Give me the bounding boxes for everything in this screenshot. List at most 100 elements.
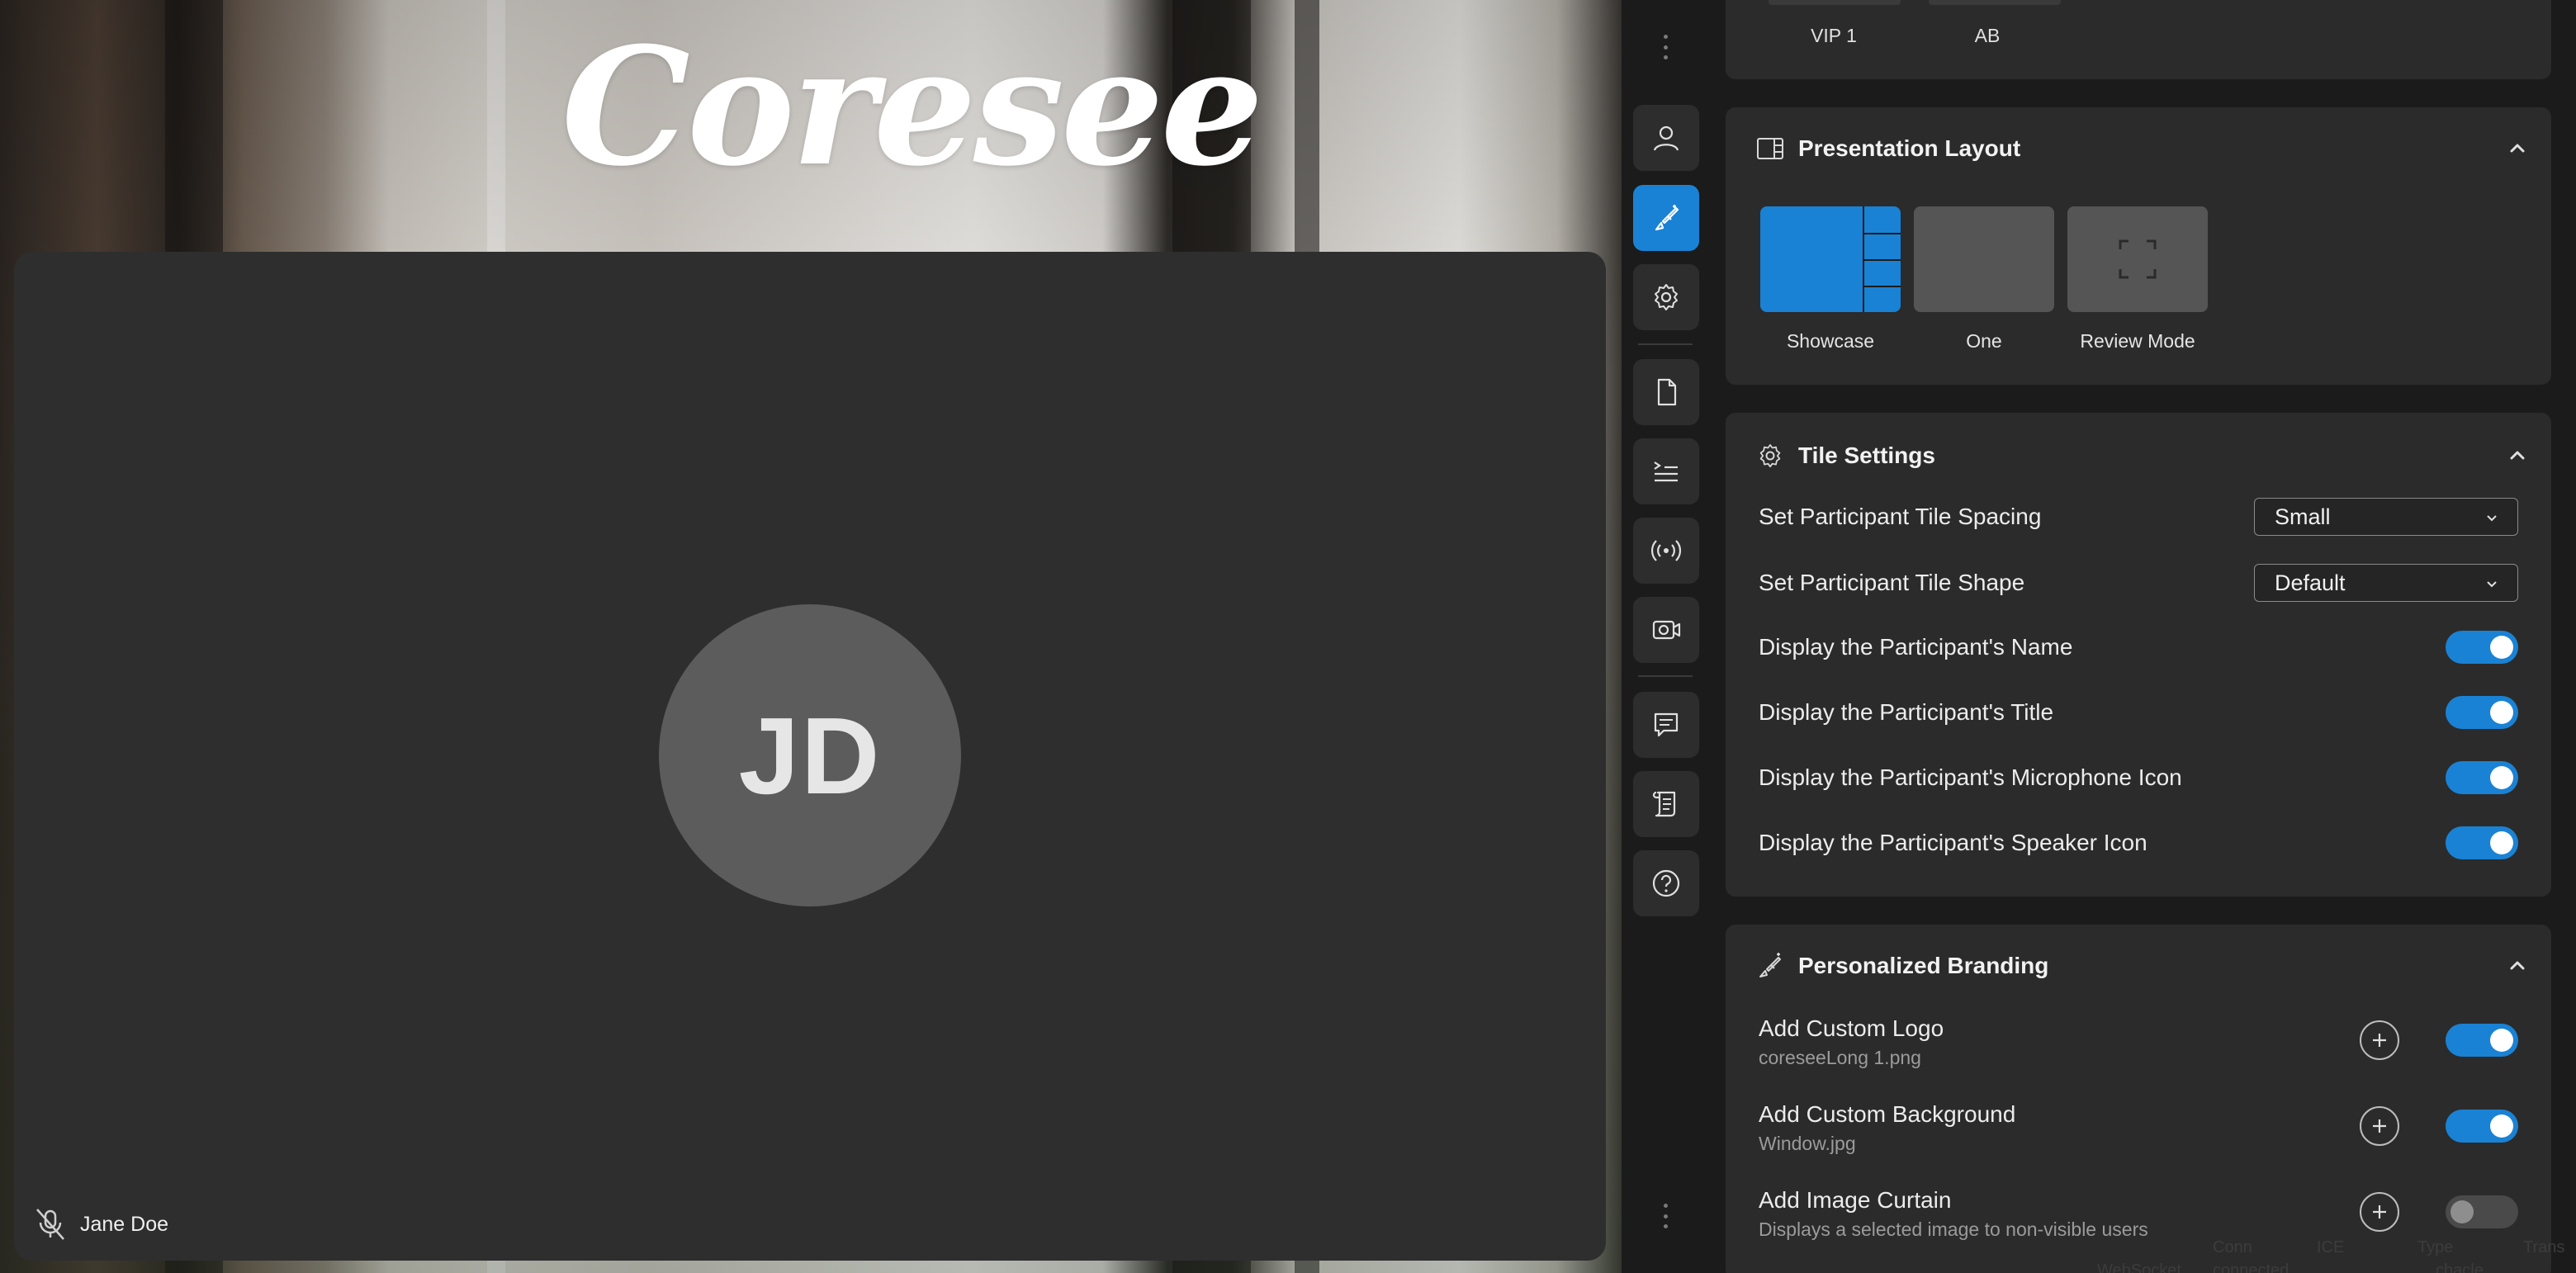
branding-title: Personalized Branding (1798, 953, 2049, 978)
rail-documents-button[interactable] (1633, 359, 1699, 425)
group-thumb[interactable] (1769, 0, 1901, 5)
paintbrush-icon (1655, 205, 1679, 231)
custom-logo-filename: coreseeLong 1.png (1759, 1047, 1921, 1068)
custom-background-filename: Window.jpg (1759, 1133, 1856, 1154)
tile-spacing-value: Small (2275, 504, 2331, 529)
rail-camera-button[interactable] (1633, 597, 1699, 663)
ghost-text: Trans (2523, 1238, 2565, 1256)
layout-icon (1757, 138, 1783, 159)
rail-participants-button[interactable] (1633, 105, 1699, 171)
mic-muted-icon (36, 1209, 64, 1240)
rail-settings-button[interactable] (1633, 264, 1699, 330)
rail-divider (1638, 675, 1693, 677)
rail-broadcast-button[interactable] (1633, 518, 1699, 584)
rail-top-handle[interactable] (1663, 35, 1668, 59)
chevron-down-icon (2487, 581, 2497, 588)
branding-header[interactable]: Personalized Branding (1726, 925, 2551, 1007)
display-microphone-label: Display the Participant's Microphone Ico… (1759, 764, 2182, 790)
participant-name: Jane Doe (80, 1212, 169, 1236)
image-curtain-toggle[interactable] (2446, 1195, 2518, 1228)
display-name-row: Display the Participant's Name (1759, 622, 2518, 672)
display-microphone-row: Display the Participant's Microphone Ico… (1759, 753, 2518, 802)
chevron-down-icon (2487, 515, 2497, 522)
one-thumbnail (1914, 206, 2054, 312)
custom-logo-label: Add Custom Logo (1759, 1015, 1944, 1041)
gear-icon (1655, 284, 1678, 310)
connection-stats-overlay: Conn ICE Type Trans WebSocket connected … (2097, 1237, 2576, 1273)
add-logo-button[interactable] (2360, 1020, 2399, 1060)
ghost-text: connected (2213, 1261, 2290, 1273)
participant-avatar: JD (659, 604, 961, 906)
custom-background-toggle[interactable] (2446, 1110, 2518, 1143)
rail-teleprompter-button[interactable] (1633, 438, 1699, 504)
document-icon (1657, 378, 1677, 406)
layout-option-one[interactable]: One (1914, 206, 2054, 353)
group-label-vip: VIP 1 (1811, 25, 1857, 46)
chat-icon (1654, 712, 1679, 737)
tile-settings-card: Tile Settings Set Participant Tile Spaci… (1726, 413, 2551, 897)
custom-logo: Coresee (561, 12, 1263, 202)
ghost-text: Type (2417, 1238, 2454, 1256)
presentation-layout-header[interactable]: Presentation Layout (1726, 107, 2551, 190)
paintbrush-icon (1759, 953, 1781, 977)
gear-icon (1759, 444, 1781, 468)
presentation-layout-card: Presentation Layout Showcase One Review … (1726, 107, 2551, 385)
group-thumb[interactable] (1929, 0, 2061, 5)
ghost-text: Conn (2213, 1238, 2252, 1256)
tile-shape-value: Default (2275, 570, 2346, 595)
add-background-button[interactable] (2360, 1106, 2399, 1146)
tile-shape-row: Set Participant Tile Shape Default (1759, 558, 2518, 608)
user-icon (1653, 125, 1679, 151)
rail-script-button[interactable] (1633, 771, 1699, 837)
chevron-up-icon[interactable] (2507, 444, 2528, 466)
display-title-toggle[interactable] (2446, 696, 2518, 729)
plus-icon (2373, 1205, 2386, 1219)
review-mode-thumbnail (2067, 206, 2208, 312)
display-speaker-toggle[interactable] (2446, 826, 2518, 859)
display-name-toggle[interactable] (2446, 631, 2518, 664)
custom-background-row: Add Custom Background Window.jpg (1759, 1095, 2518, 1161)
tile-spacing-select[interactable]: Small (2254, 498, 2518, 536)
tile-spacing-label: Set Participant Tile Spacing (1759, 504, 2042, 529)
side-rail (1622, 0, 1709, 1273)
tile-settings-header[interactable]: Tile Settings (1726, 413, 2551, 499)
display-microphone-toggle[interactable] (2446, 761, 2518, 794)
participant-tile[interactable]: JD Jane Doe (14, 252, 1606, 1261)
rail-chat-button[interactable] (1633, 692, 1699, 758)
display-speaker-row: Display the Participant's Speaker Icon (1759, 818, 2518, 868)
presentation-layout-title: Presentation Layout (1798, 135, 2021, 161)
tile-settings-title: Tile Settings (1798, 442, 1935, 468)
ghost-text: WebSocket (2097, 1261, 2181, 1273)
scroll-icon (1652, 791, 1676, 817)
custom-logo-row: Add Custom Logo coreseeLong 1.png (1759, 1009, 2518, 1075)
tile-shape-select[interactable]: Default (2254, 564, 2518, 602)
layout-label-showcase: Showcase (1786, 330, 1875, 352)
rail-bottom-handle[interactable] (1663, 1204, 1668, 1228)
layout-label-one: One (1966, 330, 2002, 352)
broadcast-icon (1650, 540, 1682, 561)
showcase-thumbnail (1760, 206, 1901, 312)
chevron-up-icon[interactable] (2507, 954, 2528, 976)
plus-icon (2373, 1034, 2386, 1047)
personalized-branding-card: Personalized Branding Add Custom Logo co… (1726, 925, 2551, 1273)
rail-branding-button[interactable] (1633, 185, 1699, 251)
image-curtain-description: Displays a selected image to non-visible… (1759, 1219, 2148, 1240)
rail-help-button[interactable] (1633, 850, 1699, 916)
chevron-up-icon[interactable] (2507, 137, 2528, 159)
camera-icon (1652, 620, 1681, 640)
group-label-ab: AB (1974, 25, 2001, 46)
ghost-text: ICE (2317, 1238, 2345, 1256)
ghost-text: chacle (2436, 1261, 2484, 1273)
display-title-row: Display the Participant's Title (1759, 688, 2518, 737)
layout-option-showcase[interactable]: Showcase (1760, 206, 1901, 353)
settings-panel: VIP 1 AB Presentation Layout Showcase On… (1709, 0, 2576, 1273)
layout-option-review-mode[interactable]: Review Mode (2067, 206, 2208, 353)
custom-background-label: Add Custom Background (1759, 1101, 2016, 1127)
layout-label-review-mode: Review Mode (2080, 330, 2195, 352)
prompt-list-icon (1654, 461, 1678, 482)
display-speaker-label: Display the Participant's Speaker Icon (1759, 830, 2147, 855)
add-curtain-button[interactable] (2360, 1192, 2399, 1232)
custom-logo-toggle[interactable] (2446, 1024, 2518, 1057)
plus-icon (2373, 1119, 2386, 1133)
fullscreen-icon (2119, 239, 2157, 279)
